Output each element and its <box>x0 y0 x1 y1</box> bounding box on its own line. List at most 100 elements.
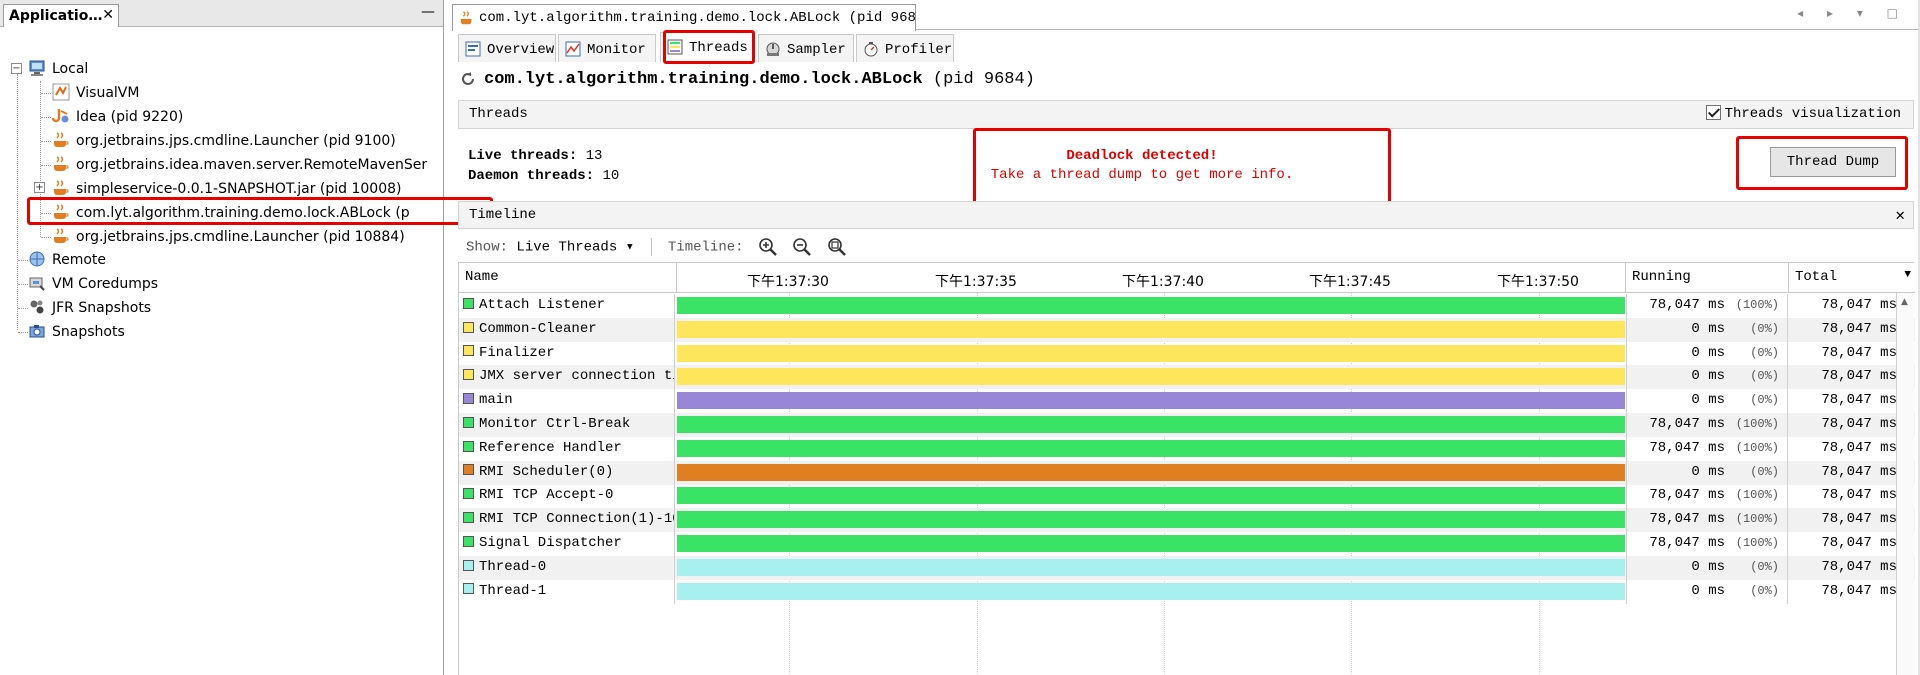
thread-total-cell: 78,047 ms <box>1821 487 1897 504</box>
zoom-fit-icon[interactable] <box>827 237 847 257</box>
running-percent: (0%) <box>1750 345 1779 360</box>
monitor-icon <box>565 41 581 57</box>
tree-item-vm-coredumps[interactable]: VM Coredumps <box>28 273 158 295</box>
idea-icon <box>52 109 69 123</box>
table-row[interactable]: JMX server connection tim 0 ms (0%) 78,047 … <box>459 365 1915 390</box>
running-percent: (0%) <box>1750 583 1779 598</box>
thread-total-cell: 78,047 ms <box>1821 297 1897 313</box>
tree-item-snapshots[interactable]: Snapshots <box>28 321 125 343</box>
tree-item-label: simpleservice-0.0.1-SNAPSHOT.jar (pid 10… <box>76 181 402 197</box>
column-header-total[interactable]: Total ▼ <box>1789 263 1915 293</box>
threads-visualization-checkbox[interactable]: Threads visualization <box>1705 105 1901 122</box>
close-icon[interactable]: ✕ <box>1895 205 1905 225</box>
running-value: 78,047 ms <box>1649 439 1725 456</box>
tab-profiler[interactable]: Profiler <box>856 34 954 62</box>
thread-state-swatch <box>463 392 474 404</box>
tab-sampler[interactable]: Sampler <box>758 34 854 62</box>
thread-running-cell: 78,047 ms (100%) <box>1626 532 1788 556</box>
tree-item-local[interactable]: Local <box>28 58 88 80</box>
thread-name-cell: Thread-1 <box>459 579 675 604</box>
tab-label: Monitor <box>587 42 646 58</box>
table-row[interactable]: RMI TCP Accept-0 78,047 ms (100%) 78,047 ms <box>459 484 1915 509</box>
thread-state-swatch <box>463 369 474 381</box>
thread-name: Reference Handler <box>479 439 622 456</box>
thread-name: Thread-1 <box>479 582 547 599</box>
running-value: 0 ms <box>1691 558 1725 575</box>
thread-name-cell: Attach Listener <box>459 294 675 318</box>
thread-name-cell: Monitor Ctrl-Break <box>459 413 675 437</box>
chevron-down-icon[interactable]: ▼ <box>1904 269 1911 281</box>
table-row[interactable]: main 0 ms (0%) 78,047 ms <box>459 389 1915 414</box>
table-row[interactable]: Signal Dispatcher 78,047 ms (100%) 78,047 m… <box>459 532 1915 556</box>
tab-overview[interactable]: Overview <box>458 34 556 62</box>
thread-name: RMI Scheduler(0) <box>479 463 614 480</box>
tree-item-ablock[interactable]: com.lyt.algorithm.training.demo.lock.ABL… <box>52 202 410 224</box>
tree-item-label: org.jetbrains.jps.cmdline.Launcher (pid … <box>76 133 396 149</box>
tree-item-remote[interactable]: Remote <box>28 249 106 271</box>
threads-section-header: Threads Threads visualization <box>458 100 1914 129</box>
zoom-in-icon[interactable] <box>758 237 778 257</box>
tree-item-jps-launcher-9100[interactable]: org.jetbrains.jps.cmdline.Launcher (pid … <box>52 130 396 152</box>
table-row[interactable]: RMI TCP Connection(1)-10. 78,047 ms (100%)… <box>459 508 1915 533</box>
vertical-scrollbar[interactable]: ▲ <box>1896 293 1914 675</box>
tree-item-jfr-snapshots[interactable]: JFR Snapshots <box>28 297 151 319</box>
tree-item-idea[interactable]: Idea (pid 9220) <box>52 106 183 128</box>
scroll-up-icon[interactable]: ▲ <box>1901 297 1908 307</box>
thread-state-swatch <box>463 345 474 357</box>
show-dropdown[interactable]: Live Threads ▾ <box>516 240 634 256</box>
thread-name: JMX server connection tim <box>479 368 675 385</box>
running-percent: (0%) <box>1750 464 1779 479</box>
table-row[interactable]: Thread-1 0 ms (0%) 78,047 ms <box>459 579 1915 604</box>
close-icon[interactable]: ✕ <box>102 7 114 23</box>
table-row[interactable]: Thread-0 0 ms (0%) 78,047 ms <box>459 555 1915 580</box>
applications-tab[interactable]: Applicatio… ✕ <box>3 4 119 27</box>
process-name: com.lyt.algorithm.training.demo.lock.ABL… <box>484 70 923 89</box>
table-row[interactable]: Finalizer 0 ms (0%) 78,047 ms <box>459 341 1915 366</box>
thread-state-swatch <box>463 583 474 595</box>
expand-simpleservice-toggle[interactable]: + <box>34 182 45 193</box>
running-value: 0 ms <box>1691 320 1725 337</box>
tab-navigation-icons[interactable]: ◂ ▸ ▾ □ <box>1797 6 1908 20</box>
running-percent: (0%) <box>1750 369 1779 384</box>
thread-running-cell: 0 ms (0%) <box>1626 555 1788 580</box>
column-header-name[interactable]: Name <box>459 263 677 293</box>
daemon-threads-label: Daemon threads: <box>468 168 595 184</box>
tab-label: Profiler <box>885 42 953 58</box>
table-row[interactable]: Common-Cleaner 0 ms (0%) 78,047 ms <box>459 317 1915 342</box>
thread-name: Thread-0 <box>479 558 547 575</box>
tree-item-label: com.lyt.algorithm.training.demo.lock.ABL… <box>76 205 410 221</box>
table-row[interactable]: Attach Listener 78,047 ms (100%) 78,047 ms <box>459 294 1915 318</box>
timeline-tick: 下午1:37:30 <box>747 274 829 290</box>
thread-state-swatch <box>463 297 474 309</box>
document-area: com.lyt.algorithm.training.demo.lock.ABL… <box>452 0 1920 675</box>
minimize-icon[interactable]: — <box>421 4 435 20</box>
checkbox-checked[interactable] <box>1705 105 1721 120</box>
timeline-section-title: Timeline <box>469 207 537 223</box>
thread-name: Monitor Ctrl-Break <box>479 416 631 432</box>
column-header-running[interactable]: Running <box>1626 263 1789 293</box>
tree-item-simpleservice[interactable]: simpleservice-0.0.1-SNAPSHOT.jar (pid 10… <box>52 178 402 200</box>
table-row[interactable]: RMI Scheduler(0) 0 ms (0%) 78,047 ms <box>459 460 1915 485</box>
running-percent: (100%) <box>1735 417 1779 431</box>
running-value: 0 ms <box>1691 344 1725 361</box>
tab-threads[interactable]: Threads <box>660 32 754 62</box>
thread-state-swatch <box>463 488 474 500</box>
thread-name-cell: RMI Scheduler(0) <box>459 460 675 485</box>
running-percent: (100%) <box>1735 488 1779 503</box>
table-row[interactable]: Reference Handler 78,047 ms (100%) 78,047 m… <box>459 436 1915 461</box>
timeline-label: Timeline: <box>667 239 744 256</box>
tree-item-maven-server[interactable]: org.jetbrains.idea.maven.server.RemoteMa… <box>52 154 427 176</box>
thread-dump-button[interactable]: Thread Dump <box>1770 147 1896 177</box>
tree-item-jps-launcher-10884[interactable]: org.jetbrains.jps.cmdline.Launcher (pid … <box>52 226 405 248</box>
thread-state-swatch <box>463 559 474 571</box>
thread-timeline-bar <box>677 392 1625 410</box>
tab-monitor[interactable]: Monitor <box>558 34 656 62</box>
thread-timeline-bar <box>677 487 1625 505</box>
document-tab-ablock[interactable]: com.lyt.algorithm.training.demo.lock.ABL… <box>452 4 916 31</box>
thread-timeline-bar <box>677 320 1625 338</box>
collapse-local-toggle[interactable]: − <box>11 63 22 74</box>
table-row[interactable]: Monitor Ctrl-Break 78,047 ms (100%) 78,047 … <box>459 413 1915 437</box>
applications-tabbar: Applicatio… ✕ — <box>0 0 443 27</box>
tree-item-visualvm[interactable]: VisualVM <box>52 82 139 104</box>
zoom-out-icon[interactable] <box>792 237 812 257</box>
